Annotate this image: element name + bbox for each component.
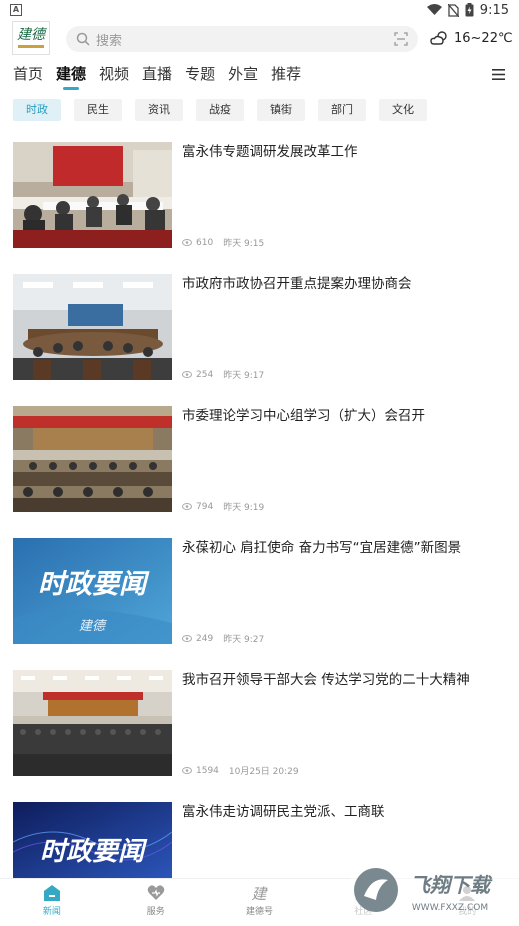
news-meta: 249 昨天 9:27 — [182, 632, 264, 645]
thumbnail-caption: 时政要闻 — [38, 569, 150, 600]
chip-towns[interactable]: 镇街 — [257, 99, 305, 121]
channel-tabs: 首页 建德 视频 直播 专题 外宣 推荐 — [0, 60, 519, 92]
wifi-icon — [426, 4, 442, 15]
search-bar[interactable]: 搜索 — [66, 26, 418, 52]
news-title: 市委理论学习中心组学习（扩大）会召开 — [182, 408, 425, 424]
scan-icon[interactable] — [394, 32, 408, 46]
news-title: 富永伟专题调研发展改革工作 — [182, 144, 358, 160]
app-logo[interactable]: 建德 — [12, 21, 50, 55]
news-thumbnail — [13, 274, 172, 380]
news-thumbnail: 时政要闻 — [13, 802, 172, 878]
view-count-icon — [182, 635, 192, 642]
tab-topics[interactable]: 专题 — [185, 60, 215, 92]
tab-live[interactable]: 直播 — [142, 60, 172, 92]
chip-livelihood[interactable]: 民生 — [74, 99, 122, 121]
news-thumbnail — [13, 670, 172, 776]
watermark-text: 飞翔下载 — [410, 873, 493, 897]
news-thumbnail — [13, 406, 172, 512]
news-title: 富永伟走访调研民主党派、工商联 — [182, 804, 385, 820]
status-bar: A 9:15 — [0, 0, 519, 20]
tab-recommended[interactable]: 推荐 — [271, 60, 301, 92]
publish-time: 昨天 9:27 — [223, 635, 265, 645]
view-count: 249 — [196, 633, 214, 644]
list-item[interactable]: 富永伟专题调研发展改革工作 610 昨天 9:15 — [0, 142, 519, 249]
watermark-url: WWW.FXXZ.COM — [412, 903, 488, 913]
view-count-icon — [182, 767, 192, 774]
publish-time: 10月25日 20:29 — [228, 767, 299, 777]
news-thumbnail — [13, 142, 172, 248]
view-count: 610 — [196, 237, 214, 248]
tab-external[interactable]: 外宣 — [228, 60, 258, 92]
list-item[interactable]: 我市召开领导干部大会 传达学习党的二十大精神 1594 10月25日 20:29 — [0, 670, 519, 777]
view-count: 254 — [196, 369, 214, 380]
news-meta: 794 昨天 9:19 — [182, 500, 264, 513]
news-meta: 254 昨天 9:17 — [182, 368, 264, 381]
no-sim-icon — [447, 3, 459, 17]
thumbnail-caption: 时政要闻 — [40, 837, 148, 867]
battery-icon — [465, 3, 474, 17]
view-count-icon — [182, 239, 192, 246]
tab-jiande[interactable]: 建德 — [56, 60, 86, 92]
home-icon — [43, 885, 60, 901]
view-count-icon — [182, 371, 192, 378]
bottom-tab-jiande-account[interactable]: 建 建德号 — [208, 879, 312, 922]
list-item[interactable]: 市政府市政协召开重点提案办理协商会 254 昨天 9:17 — [0, 274, 519, 381]
chip-epidemic[interactable]: 战疫 — [196, 99, 244, 121]
svg-text:建: 建 — [252, 885, 269, 902]
publish-time: 昨天 9:17 — [223, 371, 265, 381]
news-meta: 1594 10月25日 20:29 — [182, 764, 299, 777]
heart-icon — [147, 885, 164, 900]
weather-widget[interactable]: 16~22℃ — [430, 30, 513, 46]
menu-icon[interactable] — [492, 69, 505, 80]
list-item[interactable]: 市委理论学习中心组学习（扩大）会召开 794 昨天 9:19 — [0, 406, 519, 513]
chip-news[interactable]: 资讯 — [135, 99, 183, 121]
chip-politics[interactable]: 时政 — [13, 99, 61, 121]
news-title: 市政府市政协召开重点提案办理协商会 — [182, 276, 412, 292]
search-input[interactable]: 搜索 — [96, 30, 394, 49]
app-header: 建德 搜索 16~22℃ — [0, 20, 519, 60]
news-meta: 610 昨天 9:15 — [182, 236, 264, 249]
list-item[interactable]: 时政要闻 建德 永葆初心 肩扛使命 奋力书写“宜居建德”新图景 249 昨天 9… — [0, 538, 519, 645]
subcategory-chips: 时政 民生 资讯 战疫 镇街 部门 文化 — [0, 99, 519, 121]
partly-cloudy-icon — [430, 31, 447, 45]
clock: 9:15 — [479, 2, 509, 18]
bottom-tab-news[interactable]: 新闻 — [0, 879, 104, 922]
notification-a-icon: A — [10, 4, 22, 16]
publish-time: 昨天 9:15 — [223, 239, 265, 249]
weather-temperature: 16~22℃ — [454, 30, 513, 46]
chip-departments[interactable]: 部门 — [318, 99, 366, 121]
view-count-icon — [182, 503, 192, 510]
tab-home[interactable]: 首页 — [13, 60, 43, 92]
news-title: 永葆初心 肩扛使命 奋力书写“宜居建德”新图景 — [182, 540, 462, 556]
tab-video[interactable]: 视频 — [99, 60, 129, 92]
watermark-overlay: 飞翔下载 WWW.FXXZ.COM — [350, 862, 519, 922]
publish-time: 昨天 9:19 — [223, 503, 265, 513]
jiande-icon: 建 — [252, 885, 269, 902]
chip-culture[interactable]: 文化 — [379, 99, 427, 121]
search-icon — [76, 32, 90, 46]
news-thumbnail: 时政要闻 建德 — [13, 538, 172, 644]
view-count: 1594 — [196, 765, 219, 776]
bottom-tab-services[interactable]: 服务 — [104, 879, 208, 922]
news-title: 我市召开领导干部大会 传达学习党的二十大精神 — [182, 672, 470, 688]
view-count: 794 — [196, 501, 214, 512]
thumbnail-subcaption: 建德 — [79, 619, 107, 634]
